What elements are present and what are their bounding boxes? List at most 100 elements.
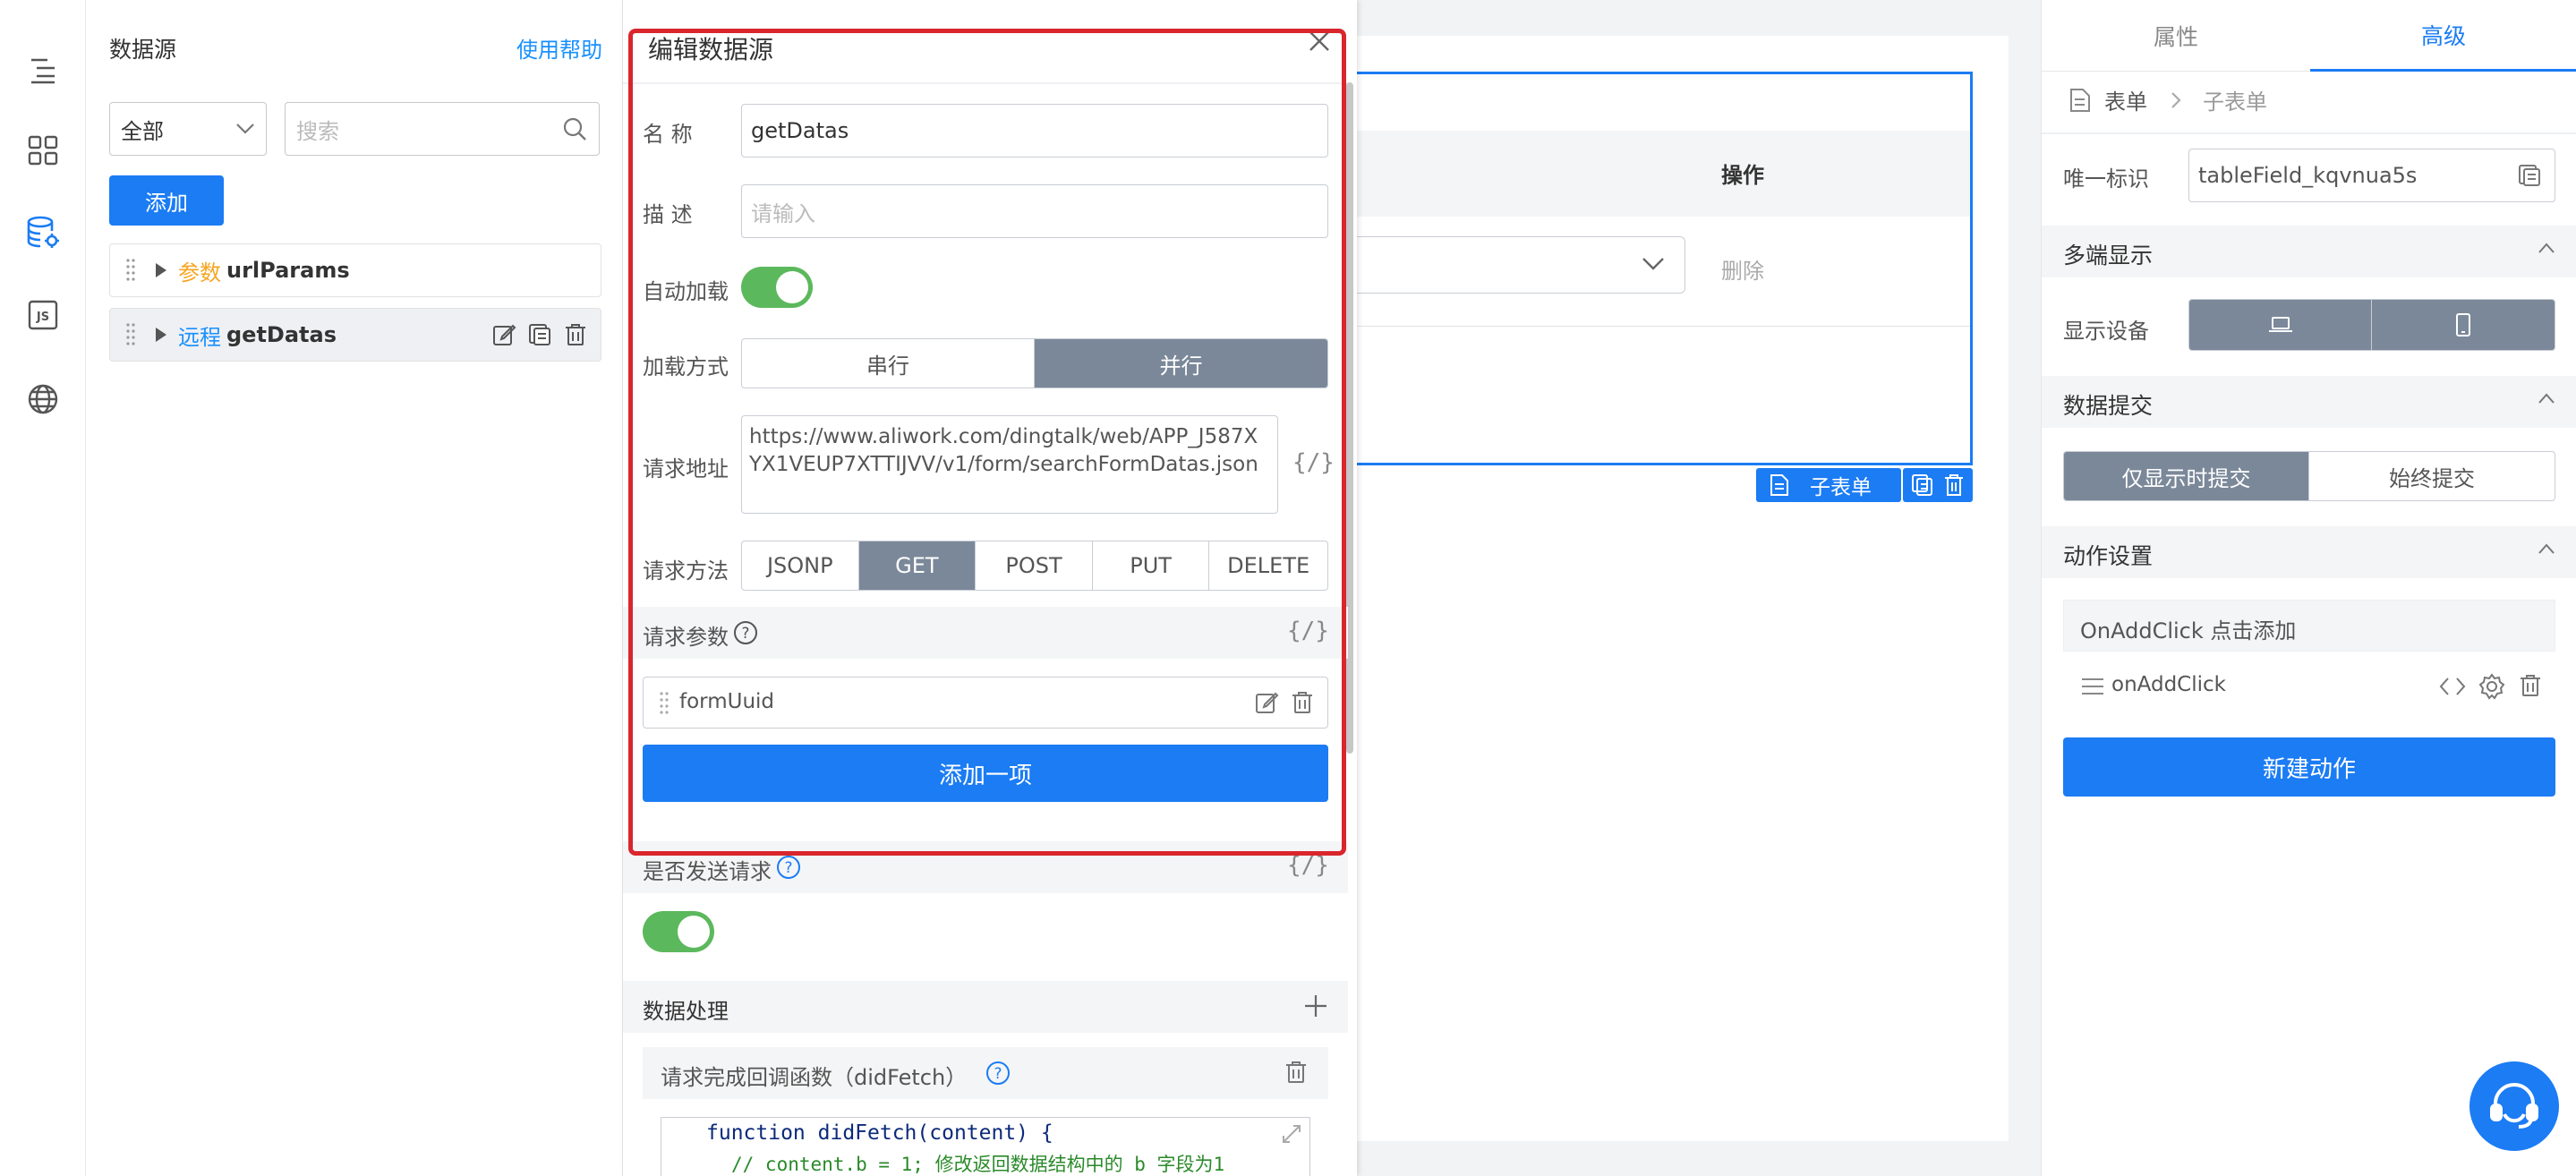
chevron-down-icon [236, 124, 254, 134]
add-datasource-button[interactable]: 添加 [109, 175, 224, 226]
method-delete[interactable]: DELETE [1209, 541, 1327, 590]
datasource-icon[interactable] [21, 211, 64, 254]
breadcrumb: 表单 子表单 [2068, 84, 2267, 115]
device-segment [2188, 299, 2555, 351]
panel-title: 数据源 [109, 37, 177, 63]
multi-display-section[interactable]: 多端显示 [2042, 226, 2576, 277]
help-icon[interactable]: ? [775, 854, 802, 881]
add-param-button[interactable]: 添加一项 [643, 745, 1328, 802]
submit-when-visible[interactable]: 仅显示时提交 [2064, 452, 2309, 500]
column-header-action: 操作 [1721, 163, 1764, 188]
divider [2042, 132, 2576, 134]
left-icon-bar: JS [0, 0, 86, 1176]
search-icon [563, 117, 586, 141]
submit-segment: 仅显示时提交 始终提交 [2063, 451, 2555, 501]
tab-properties[interactable]: 属性 [2042, 0, 2310, 72]
url-textarea[interactable]: https://www.aliwork.com/dingtalk/web/APP… [741, 415, 1278, 514]
load-mode-serial[interactable]: 串行 [742, 339, 1035, 388]
filter-select-value: 全部 [121, 118, 164, 144]
device-desktop[interactable] [2189, 300, 2372, 350]
row-divider [1318, 326, 1970, 327]
autoload-toggle[interactable] [741, 267, 813, 308]
drag-handle-icon[interactable] [660, 690, 669, 717]
name-field[interactable]: getDatas [741, 104, 1328, 158]
search-input[interactable]: 搜索 [285, 102, 600, 156]
property-panel: 属性 高级 表单 子表单 唯一标识 tableField_kqvnua5s 多端… [2041, 0, 2576, 1176]
desc-field[interactable]: 请输入 [741, 184, 1328, 238]
delete-icon[interactable] [1290, 690, 1315, 715]
copy-icon[interactable] [2517, 163, 2542, 188]
datasource-item[interactable]: 参数 urlParams [109, 243, 601, 297]
edit-icon[interactable] [491, 322, 516, 347]
expand-icon[interactable] [1281, 1123, 1302, 1145]
row-select-field[interactable] [1318, 236, 1685, 294]
params-section-header: 请求参数 ? {/} [623, 607, 1348, 659]
method-post[interactable]: POST [976, 541, 1093, 590]
components-grid-icon[interactable] [21, 129, 64, 172]
delete-icon[interactable] [1943, 473, 1965, 497]
customer-support-button[interactable] [2469, 1061, 2559, 1151]
subform-tag-actions [1903, 468, 1973, 502]
chevron-up-icon [2538, 393, 2555, 404]
chevron-up-icon [2538, 543, 2555, 554]
drag-handle-icon[interactable] [2081, 677, 2104, 696]
new-action-button[interactable]: 新建动作 [2063, 737, 2555, 797]
send-request-toggle[interactable] [643, 911, 714, 952]
load-mode-segment: 串行 并行 [741, 338, 1328, 388]
settings-gear-icon[interactable] [2478, 673, 2505, 700]
delete-icon[interactable] [2518, 673, 2543, 698]
js-code-icon[interactable]: JS [21, 294, 64, 337]
action-section[interactable]: 动作设置 [2042, 526, 2576, 578]
copy-icon[interactable] [527, 322, 552, 347]
expand-caret-icon[interactable] [155, 262, 167, 278]
method-get[interactable]: GET [858, 541, 977, 590]
help-icon[interactable]: ? [985, 1060, 1011, 1087]
submit-section[interactable]: 数据提交 [2042, 376, 2576, 428]
drag-handle-icon[interactable] [126, 321, 135, 348]
subform-component-tag[interactable]: 子表单 [1756, 468, 1901, 502]
method-jsonp[interactable]: JSONP [742, 541, 859, 590]
action-item[interactable]: onAddClick [2063, 662, 2555, 712]
unique-id-field[interactable]: tableField_kqvnua5s [2188, 149, 2555, 202]
copy-icon[interactable] [1911, 473, 1934, 497]
form-doc-icon [1770, 474, 1788, 496]
breadcrumb-root[interactable]: 表单 [2104, 84, 2147, 115]
param-item[interactable]: formUuid [643, 677, 1328, 729]
help-link[interactable]: 使用帮助 [516, 32, 602, 64]
delete-icon[interactable] [563, 322, 588, 347]
method-put[interactable]: PUT [1093, 541, 1210, 590]
plus-icon[interactable] [1303, 993, 1328, 1018]
title-divider [623, 82, 1348, 84]
edit-datasource-panel: 编辑数据源 名 称 getDatas 描 述 请输入 自动加载 加载方式 串行 … [623, 0, 1357, 1176]
edit-panel-title: 编辑数据源 [648, 35, 774, 64]
code-editor[interactable]: function didFetch(content) { // content.… [661, 1117, 1310, 1176]
url-expression-icon[interactable]: {/} [1292, 449, 1335, 476]
chevron-right-icon [2171, 91, 2181, 108]
mobile-icon [2456, 313, 2470, 337]
tab-advanced[interactable]: 高级 [2310, 0, 2576, 72]
unique-id-label: 唯一标识 [2063, 166, 2149, 192]
submit-always[interactable]: 始终提交 [2309, 452, 2555, 500]
edit-icon[interactable] [1254, 690, 1279, 715]
params-expression-icon[interactable]: {/} [1287, 618, 1329, 644]
datasource-item-selected[interactable]: 远程 getDatas [109, 308, 601, 362]
code-icon[interactable] [2439, 675, 2466, 698]
load-mode-parallel[interactable]: 并行 [1035, 339, 1327, 388]
send-request-expression-icon[interactable]: {/} [1287, 852, 1329, 879]
outline-tree-icon[interactable] [21, 48, 64, 91]
help-icon[interactable]: ? [732, 619, 759, 646]
breadcrumb-current: 子表单 [2203, 89, 2267, 115]
close-icon[interactable] [1309, 30, 1330, 52]
svg-text:JS: JS [36, 311, 49, 324]
tab-properties-label: 属性 [2153, 24, 2198, 50]
filter-select[interactable]: 全部 [109, 102, 267, 156]
form-doc-icon [2070, 88, 2090, 112]
device-mobile[interactable] [2372, 300, 2555, 350]
globe-icon[interactable] [21, 378, 64, 421]
row-delete-link[interactable]: 删除 [1721, 253, 1764, 285]
chevron-down-icon [1642, 258, 1664, 270]
delete-icon[interactable] [1284, 1060, 1309, 1085]
expand-caret-icon[interactable] [155, 327, 167, 343]
chevron-up-icon [2538, 243, 2555, 253]
drag-handle-icon[interactable] [126, 257, 135, 284]
